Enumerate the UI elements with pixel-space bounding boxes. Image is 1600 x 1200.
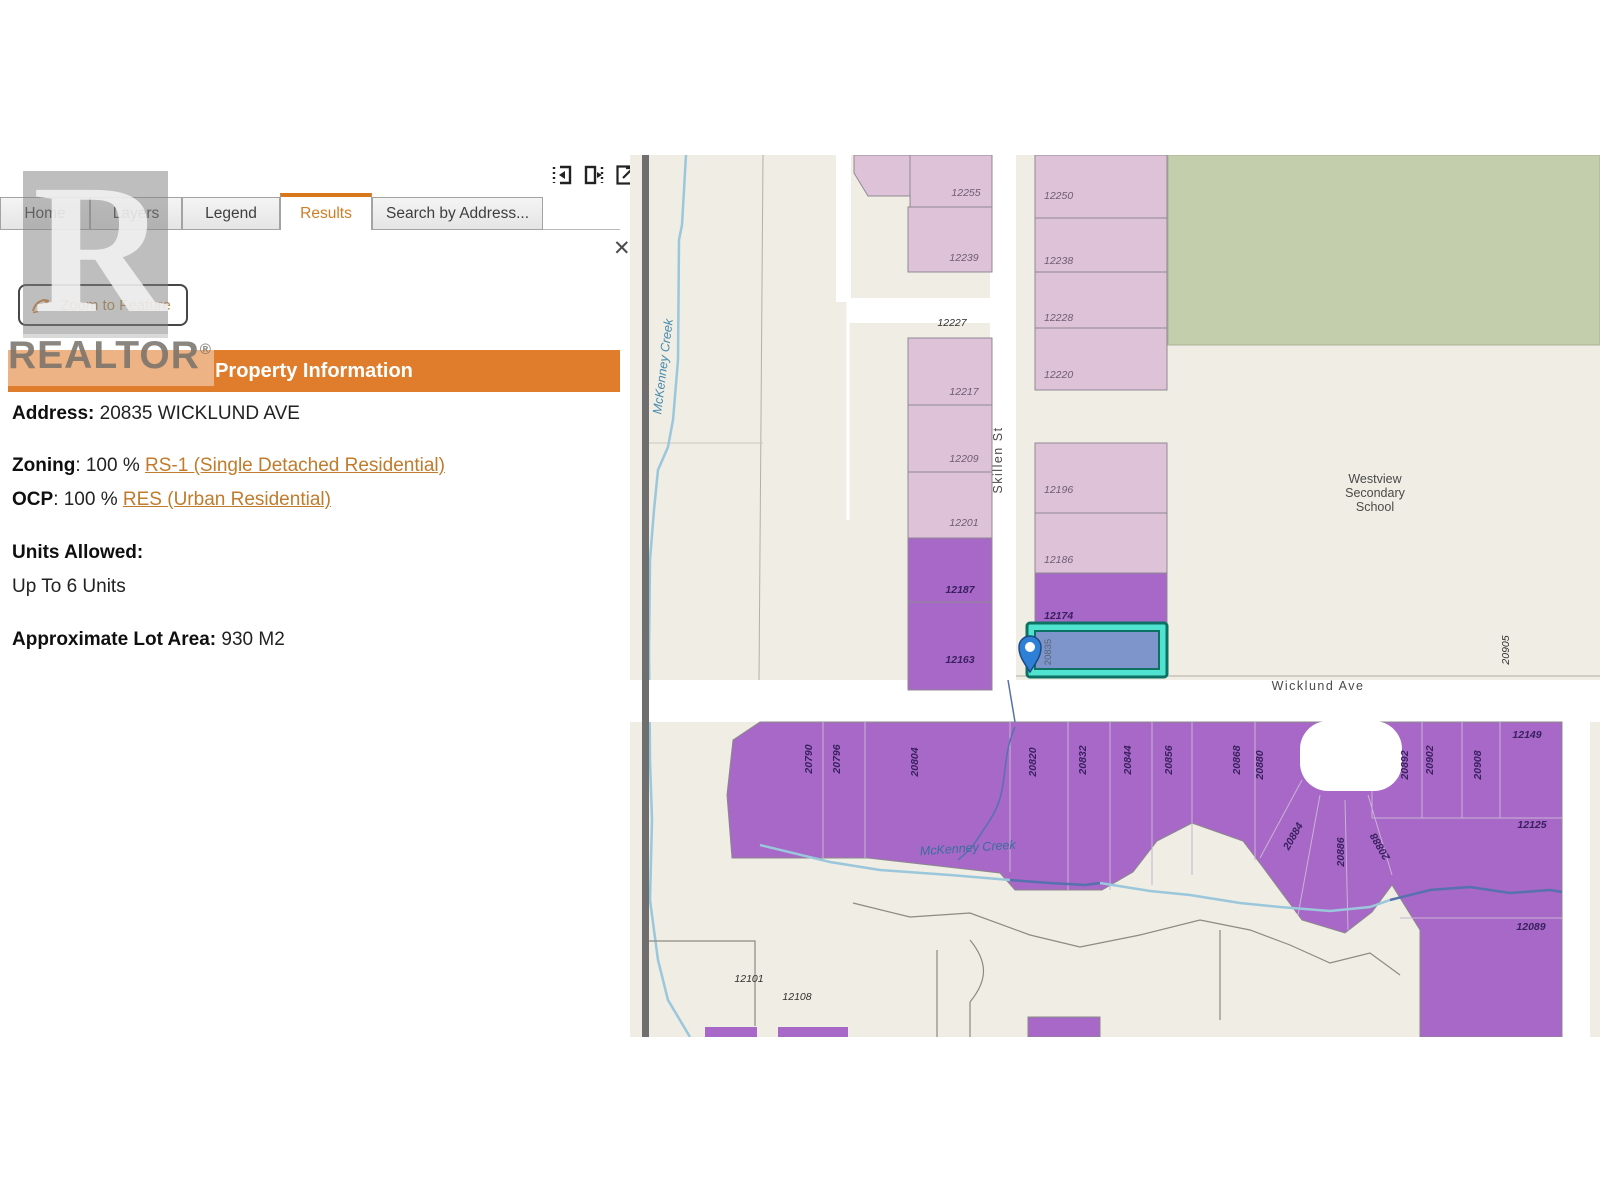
lot-label-12125: 12125 bbox=[1517, 819, 1546, 831]
zoom-to-feature-button[interactable]: Zoom to Feature bbox=[18, 284, 188, 326]
lot-label-20880: 20880 bbox=[1254, 750, 1266, 780]
app-window: Home Layers Legend Results Search by Add… bbox=[0, 0, 1600, 1200]
lot-area-value: 930 M2 bbox=[216, 629, 285, 650]
parcel-label-12163: 12163 bbox=[945, 654, 974, 666]
ocp-link[interactable]: RES (Urban Residential) bbox=[123, 489, 331, 510]
lot-label-12149: 12149 bbox=[1512, 729, 1541, 741]
parcel-label-12255: 12255 bbox=[951, 187, 980, 199]
lot-label-20902: 20902 bbox=[1424, 745, 1436, 775]
parcel-label-12239: 12239 bbox=[949, 252, 978, 264]
panel-header-icons bbox=[550, 163, 638, 187]
lot-label-12089: 12089 bbox=[1516, 921, 1545, 933]
parcel-12163[interactable] bbox=[908, 602, 992, 690]
parcel-12196[interactable] bbox=[1035, 443, 1167, 513]
parcel-label-12187: 12187 bbox=[945, 584, 975, 596]
lot-label-20886: 20886 bbox=[1335, 837, 1347, 867]
lot-label-20790: 20790 bbox=[803, 744, 815, 774]
zoom-to-feature-label: Zoom to Feature bbox=[60, 297, 171, 314]
parcel-12250[interactable] bbox=[1035, 155, 1167, 218]
ocp-label: OCP bbox=[12, 489, 53, 510]
cul-de-sac bbox=[1300, 721, 1402, 791]
road-wicklund-ave bbox=[630, 680, 1600, 722]
lot-label-20804: 20804 bbox=[909, 747, 921, 777]
lot-label-20892: 20892 bbox=[1399, 750, 1411, 780]
parcel-label-12217: 12217 bbox=[949, 386, 979, 398]
parcel-label-12209: 12209 bbox=[949, 453, 978, 465]
parcel-label-12196: 12196 bbox=[1044, 484, 1073, 496]
school-field bbox=[1168, 155, 1600, 345]
tab-search-by-address[interactable]: Search by Address... bbox=[372, 197, 543, 230]
address-row: Address: 20835 WICKLUND AVE bbox=[12, 403, 300, 425]
school-label: Secondary bbox=[1345, 486, 1406, 500]
lot-label-20820: 20820 bbox=[1027, 747, 1039, 777]
street-label-wicklund: Wicklund Ave bbox=[1272, 679, 1365, 693]
parcel-label-12220: 12220 bbox=[1044, 369, 1073, 381]
parcel-label-12250: 12250 bbox=[1044, 190, 1073, 202]
close-results-icon[interactable]: ✕ bbox=[613, 239, 631, 259]
school-label: School bbox=[1356, 500, 1394, 514]
lot-label-20796: 20796 bbox=[831, 744, 843, 774]
address-value: 20835 WICKLUND AVE bbox=[94, 403, 300, 424]
parcel-12255[interactable] bbox=[910, 155, 992, 207]
lot-label-12101: 12101 bbox=[734, 973, 763, 985]
property-information-header: Property Information bbox=[8, 350, 620, 392]
tab-layers[interactable]: Layers bbox=[90, 197, 182, 230]
units-allowed-label: Units Allowed: bbox=[12, 542, 143, 564]
lot-label-20908: 20908 bbox=[1472, 750, 1484, 780]
units-allowed-value: Up To 6 Units bbox=[12, 576, 126, 598]
parcel-label-12238: 12238 bbox=[1044, 255, 1073, 267]
lot-label-12227: 12227 bbox=[937, 317, 967, 329]
parcel-label-12186: 12186 bbox=[1044, 554, 1073, 566]
lot-label-20856: 20856 bbox=[1163, 745, 1175, 775]
ocp-row: OCP: 100 % RES (Urban Residential) bbox=[12, 489, 331, 511]
address-label: Address: bbox=[12, 403, 94, 424]
selected-parcel-label: 20835 bbox=[1043, 639, 1054, 665]
lot-label-20832: 20832 bbox=[1077, 745, 1089, 775]
parcel-label-12201: 12201 bbox=[949, 517, 978, 529]
parcel-label-12228: 12228 bbox=[1044, 312, 1073, 324]
tab-legend[interactable]: Legend bbox=[182, 197, 280, 230]
parcel-label-12174: 12174 bbox=[1044, 610, 1073, 622]
zoning-link[interactable]: RS-1 (Single Detached Residential) bbox=[145, 455, 445, 476]
lot-label-12108: 12108 bbox=[782, 991, 811, 1003]
lot-label-20905: 20905 bbox=[1500, 635, 1512, 665]
lot-area-row: Approximate Lot Area: 930 M2 bbox=[12, 629, 285, 651]
zoning-label: Zoning bbox=[12, 455, 75, 476]
zoning-row: Zoning: 100 % RS-1 (Single Detached Resi… bbox=[12, 455, 445, 477]
collapse-panel-left-icon[interactable] bbox=[550, 163, 574, 187]
zoom-to-feature-icon bbox=[31, 295, 51, 315]
road-lane bbox=[848, 298, 990, 323]
tab-home[interactable]: Home bbox=[0, 197, 90, 230]
road-east bbox=[1562, 680, 1590, 1037]
tab-results[interactable]: Results bbox=[280, 193, 372, 230]
map-canvas[interactable]: 12255 12239 12217 12209 12201 12187 12163 12250… bbox=[630, 155, 1600, 1037]
expand-panel-right-icon[interactable] bbox=[582, 163, 606, 187]
lot-label-20844: 20844 bbox=[1122, 745, 1134, 775]
lot-label-20868: 20868 bbox=[1231, 745, 1243, 775]
street-label-skillen: Skillen St bbox=[991, 426, 1005, 493]
school-label: Westview bbox=[1348, 472, 1402, 486]
road-skillen-st bbox=[990, 155, 1016, 680]
map-edge-strip bbox=[642, 155, 649, 1037]
lot-area-label: Approximate Lot Area: bbox=[12, 629, 216, 650]
